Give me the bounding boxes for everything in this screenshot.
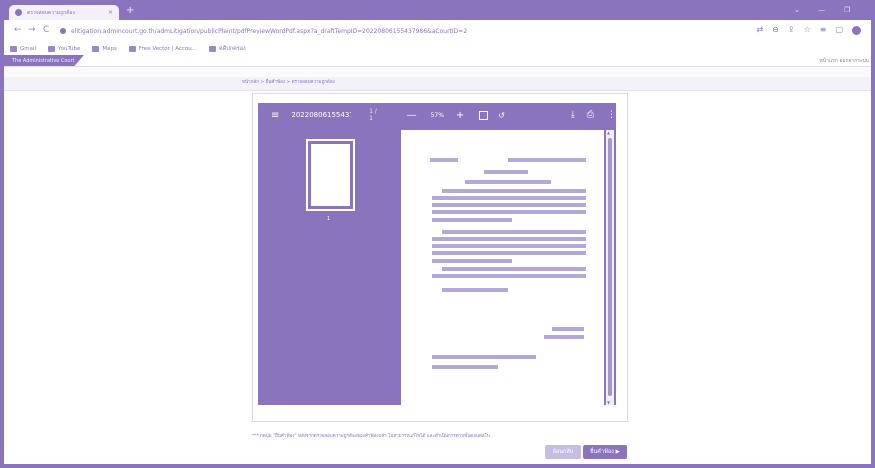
text-line xyxy=(552,327,584,331)
gmail-icon xyxy=(10,45,17,52)
document-page xyxy=(401,130,604,405)
reload-button[interactable]: C xyxy=(43,25,49,35)
submission-note: *** กดปุ่ม "ยื่นคำฟ้อง" หลังจากตรวจสอบคว… xyxy=(252,434,490,439)
text-line xyxy=(442,189,586,193)
thumbnail-page xyxy=(311,144,350,206)
reading-list-icon[interactable]: ≡ xyxy=(820,25,827,35)
zoom-in-button[interactable]: + xyxy=(456,110,464,121)
tab-strip: ตรวจสอบความถูกต้อง × + ⌄ — ❐ xyxy=(4,3,871,20)
bookmark-court[interactable]: คดีปกครอง xyxy=(209,45,246,53)
tab-title: ตรวจสอบความถูกต้อง xyxy=(27,9,75,16)
zoom-out-button[interactable]: — xyxy=(407,110,417,121)
scroll-up-icon[interactable]: ▲ xyxy=(607,130,610,135)
window-icon[interactable]: ▢ xyxy=(835,25,843,35)
text-line xyxy=(432,196,586,200)
lock-icon xyxy=(60,28,66,34)
print-icon[interactable]: ⎙ xyxy=(587,110,594,120)
profile-icon[interactable] xyxy=(852,25,861,35)
text-line xyxy=(430,158,458,162)
restore-button[interactable]: ❐ xyxy=(844,6,850,14)
url-text: elitigation.admincourt.go.th/admLitigati… xyxy=(71,27,468,35)
minimize-button[interactable]: — xyxy=(818,6,825,14)
bookmark-freevector[interactable]: Free Vector | Accou... xyxy=(128,45,197,52)
thumbnail-page-number: 1 xyxy=(327,216,331,222)
scrollbar-thumb[interactable] xyxy=(608,138,612,396)
forward-button[interactable]: → xyxy=(28,25,36,35)
text-line xyxy=(544,335,584,339)
bookmark-gmail[interactable]: Gmail xyxy=(10,45,36,52)
zoom-level[interactable]: 57% xyxy=(431,112,444,119)
star-icon[interactable]: ☆ xyxy=(804,25,811,35)
back-button-page[interactable]: ย้อนกลับ xyxy=(545,445,581,459)
text-line xyxy=(508,158,586,162)
text-line xyxy=(465,180,551,184)
text-line xyxy=(432,251,586,255)
bookmark-maps[interactable]: Maps xyxy=(92,45,117,52)
site-name: The Administrative Court xyxy=(12,57,75,64)
bookmarks-bar: Gmail YouTube Maps Free Vector | Accou..… xyxy=(4,42,871,55)
page-indicator[interactable]: 1 / 1 xyxy=(369,108,381,122)
site-header-links[interactable]: หน้าแรก ออกจากระบบ xyxy=(819,57,869,65)
pdf-toolbar: ≡ 20220806155437986... 1 / 1 — 57% + ↺ ⤓… xyxy=(258,103,616,127)
text-line xyxy=(432,244,586,248)
text-line xyxy=(432,203,586,207)
youtube-icon xyxy=(48,45,56,52)
text-line xyxy=(432,218,512,222)
text-line xyxy=(442,288,508,292)
favicon-icon xyxy=(15,9,22,16)
text-line xyxy=(432,274,586,278)
rotate-icon[interactable]: ↺ xyxy=(498,111,505,120)
menu-icon[interactable]: ≡ xyxy=(271,110,279,121)
more-options-icon[interactable]: ⋮ xyxy=(607,110,616,120)
back-button[interactable]: ← xyxy=(14,25,22,35)
zoom-icon[interactable]: ⊖ xyxy=(772,25,779,35)
fit-page-icon[interactable] xyxy=(479,110,489,120)
breadcrumb-band xyxy=(4,77,871,91)
text-line xyxy=(432,210,586,214)
site-logo-badge[interactable]: The Administrative Court xyxy=(4,55,84,66)
text-line xyxy=(484,170,528,174)
freevector-icon xyxy=(128,45,136,52)
scroll-down-icon[interactable]: ▼ xyxy=(607,400,610,405)
share-icon[interactable]: ⇪ xyxy=(788,25,795,35)
page-thumbnail[interactable] xyxy=(306,139,355,211)
text-line xyxy=(432,237,586,241)
new-tab-button[interactable]: + xyxy=(126,6,134,16)
breadcrumb[interactable]: หน้าหลัก > ยื่นคำฟ้อง > ตรวจสอบความถูกต้… xyxy=(242,78,335,85)
bookmark-youtube[interactable]: YouTube xyxy=(48,45,80,52)
text-line xyxy=(432,365,498,369)
site-header: The Administrative Court หน้าแรก ออกจากร… xyxy=(4,55,871,67)
pdf-filename: 20220806155437986... xyxy=(291,111,351,119)
submit-complaint-button[interactable]: ยื่นคำฟ้อง ▶ xyxy=(583,445,627,459)
text-line xyxy=(442,230,586,234)
text-line xyxy=(442,267,586,271)
court-icon xyxy=(209,45,217,52)
download-icon[interactable]: ⤓ xyxy=(571,110,575,120)
close-tab-icon[interactable]: × xyxy=(108,9,113,16)
address-bar-row: ← → C elitigation.admincourt.go.th/admLi… xyxy=(4,20,871,42)
url-field[interactable]: elitigation.admincourt.go.th/admLitigati… xyxy=(60,25,600,37)
pdf-viewer: ≡ 20220806155437986... 1 / 1 — 57% + ↺ ⤓… xyxy=(258,103,616,405)
browser-tab[interactable]: ตรวจสอบความถูกต้อง × xyxy=(9,5,119,20)
text-line xyxy=(432,259,512,263)
toolbar-icons: ⇄ ⊖ ⇪ ☆ ≡ ▢ xyxy=(756,25,861,35)
tab-search-icon[interactable]: ⌄ xyxy=(794,6,800,14)
translate-icon[interactable]: ⇄ xyxy=(756,25,763,35)
text-line xyxy=(432,355,536,359)
maps-icon xyxy=(92,45,100,52)
vertical-scrollbar[interactable]: ▲ ▼ xyxy=(606,130,614,405)
header-band xyxy=(4,67,871,77)
